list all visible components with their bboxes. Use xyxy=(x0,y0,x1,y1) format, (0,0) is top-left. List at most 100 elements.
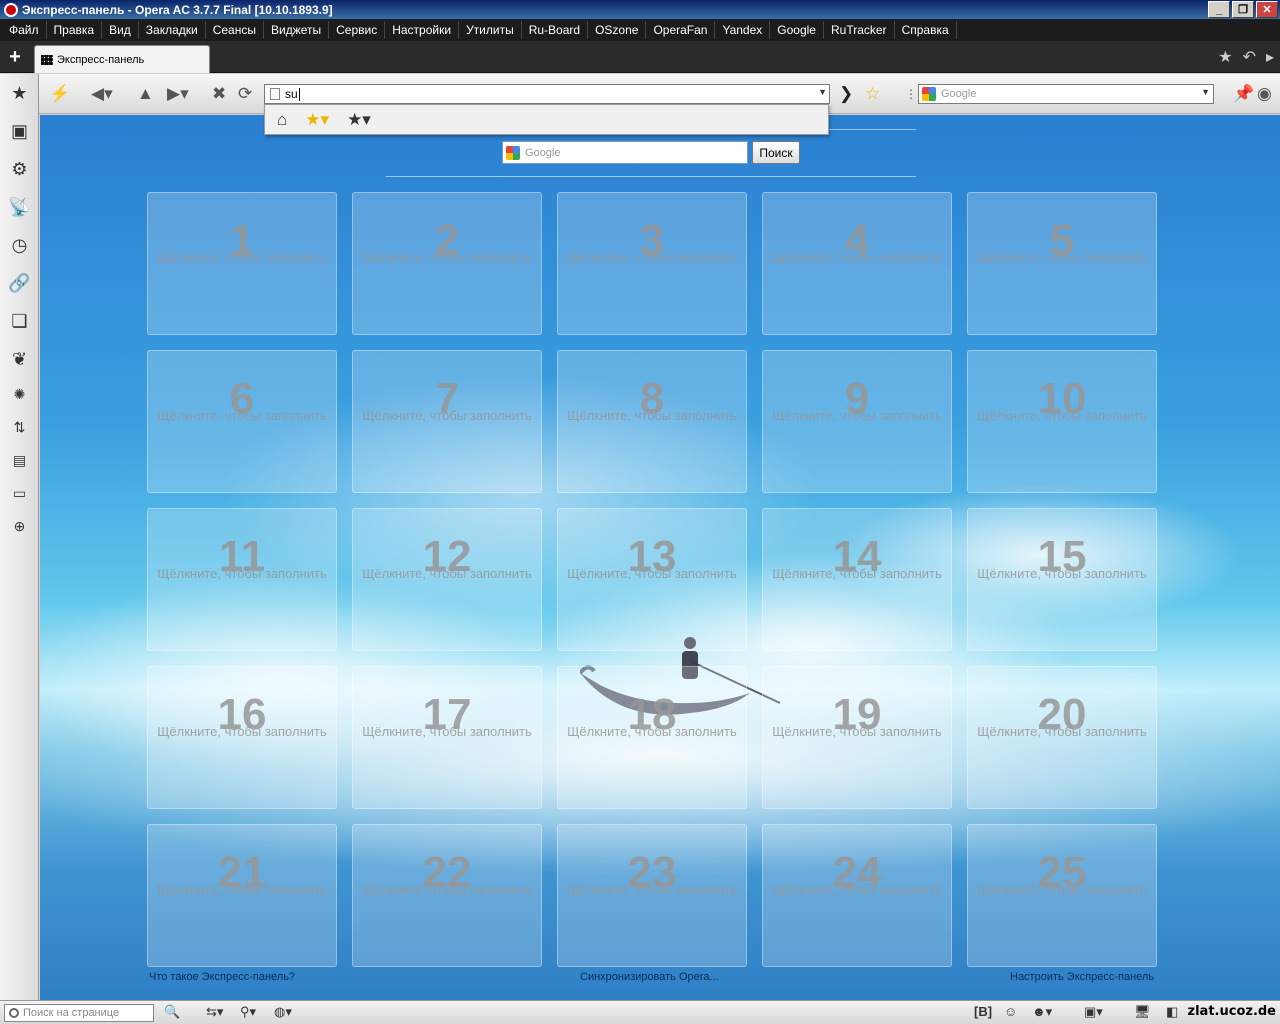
speed-dial-tile[interactable]: 16 Щёлкните, чтобы заполнить xyxy=(147,666,337,809)
speed-dial-tile[interactable]: 25 Щёлкните, чтобы заполнить xyxy=(967,824,1157,967)
menu-item[interactable]: Ru-Board xyxy=(522,21,589,39)
search-engine-field[interactable]: Google ▼ xyxy=(918,84,1214,104)
home-icon[interactable]: ⌂ xyxy=(277,110,287,130)
speed-dial-tile[interactable]: 12 Щёлкните, чтобы заполнить xyxy=(352,508,542,651)
unite-icon[interactable]: ❦ xyxy=(0,340,39,378)
link-icon[interactable]: 🔗 xyxy=(0,264,39,302)
speed-dial-tile[interactable]: 9 Щёлкните, чтобы заполнить xyxy=(762,350,952,493)
pin-icon[interactable]: 📌 xyxy=(1233,84,1254,104)
google-icon xyxy=(922,87,936,101)
speed-dial-tile[interactable]: 21 Щёлкните, чтобы заполнить xyxy=(147,824,337,967)
menu-item[interactable]: Настройки xyxy=(385,21,460,39)
windows-icon[interactable]: ▣ xyxy=(0,112,39,150)
page-search-input[interactable]: Google xyxy=(502,141,748,164)
menu-item[interactable]: OSzone xyxy=(588,21,647,39)
menu-item[interactable]: Вид xyxy=(102,21,139,39)
bookmark-tab-icon[interactable]: ★ xyxy=(1218,47,1232,67)
add-icon[interactable]: ⊕ xyxy=(0,510,39,543)
minimize-button[interactable]: _ xyxy=(1208,1,1230,18)
widgets-icon[interactable]: ✺ xyxy=(0,378,39,411)
speed-dial-tile[interactable]: 10 Щёлкните, чтобы заполнить xyxy=(967,350,1157,493)
speed-dial-tile[interactable]: 14 Щёлкните, чтобы заполнить xyxy=(762,508,952,651)
up-icon[interactable]: ▲ xyxy=(137,84,154,104)
close-button[interactable]: ✕ xyxy=(1256,1,1278,18)
traffic-icon[interactable]: ⇆▾ xyxy=(206,1004,223,1020)
mask-icon[interactable]: ☻▾ xyxy=(1032,1004,1052,1020)
menu-item[interactable]: Yandex xyxy=(715,21,771,39)
maximize-button[interactable]: ❐ xyxy=(1232,1,1254,18)
bookmark-add-icon[interactable]: ★▾ xyxy=(305,110,329,130)
forward-icon[interactable]: ▶▾ xyxy=(167,84,189,104)
view-icon[interactable]: ▣▾ xyxy=(1084,1004,1103,1020)
monitor-icon[interactable]: 🖥 xyxy=(1134,1004,1151,1020)
speed-dial-tile[interactable]: 17 Щёлкните, чтобы заполнить xyxy=(352,666,542,809)
magnifier-icon[interactable]: 🔍 xyxy=(164,1004,180,1020)
reload-icon[interactable]: ⟳ xyxy=(238,84,252,104)
search-button[interactable]: Поиск xyxy=(752,141,800,164)
find-in-page-input[interactable]: Поиск на странице xyxy=(4,1004,154,1022)
menu-item[interactable]: RuTracker xyxy=(824,21,895,39)
menu-item[interactable]: Правка xyxy=(47,21,103,39)
tab-speed-dial[interactable]: Экспресс-панель xyxy=(34,45,210,73)
speed-dial-tile[interactable]: 18 Щёлкните, чтобы заполнить xyxy=(557,666,747,809)
tile-hint: Щёлкните, чтобы заполнить xyxy=(977,250,1147,265)
bookmark-star-icon[interactable]: ☆ xyxy=(865,84,880,104)
speed-dial-tile[interactable]: 1 Щёлкните, чтобы заполнить xyxy=(147,192,337,335)
speed-dial-tile[interactable]: 19 Щёлкните, чтобы заполнить xyxy=(762,666,952,809)
menu-item[interactable]: OperaFan xyxy=(646,21,716,39)
google-icon xyxy=(506,145,520,160)
speed-dial-tile[interactable]: 11 Щёлкните, чтобы заполнить xyxy=(147,508,337,651)
network-icon[interactable]: ⚲▾ xyxy=(240,1004,256,1020)
speed-dial-tile[interactable]: 15 Щёлкните, чтобы заполнить xyxy=(967,508,1157,651)
bookmarks-icon[interactable]: ★▾ xyxy=(347,110,371,130)
sync-opera-link[interactable]: Синхронизировать Opera... xyxy=(580,971,719,983)
speed-dial-tile[interactable]: 5 Щёлкните, чтобы заполнить xyxy=(967,192,1157,335)
star-icon[interactable]: ★ xyxy=(0,74,39,112)
tile-hint: Щёлкните, чтобы заполнить xyxy=(772,250,942,265)
panel-icon[interactable]: ▭ xyxy=(0,477,39,510)
what-is-speed-dial-link[interactable]: Что такое Экспресс-панель? xyxy=(149,971,295,983)
gear-icon[interactable]: ⚙ xyxy=(0,150,39,188)
configure-speed-dial-link[interactable]: Настроить Экспресс-панель xyxy=(1010,971,1154,983)
tile-hint: Щёлкните, чтобы заполнить xyxy=(977,724,1147,739)
transfer-icon[interactable]: ⇅ xyxy=(0,411,39,444)
notes-icon[interactable]: ▤ xyxy=(0,444,39,477)
speed-dial-tile[interactable]: 24 Щёлкните, чтобы заполнить xyxy=(762,824,952,967)
menu-item[interactable]: Сеансы xyxy=(206,21,264,39)
speed-dial-tile[interactable]: 3 Щёлкните, чтобы заполнить xyxy=(557,192,747,335)
address-dropdown-icon[interactable]: ▼ xyxy=(818,87,827,97)
speed-dial-tile[interactable]: 7 Щёлкните, чтобы заполнить xyxy=(352,350,542,493)
speed-dial-tile[interactable]: 13 Щёлкните, чтобы заполнить xyxy=(557,508,747,651)
menu-item[interactable]: Закладки xyxy=(139,21,206,39)
menu-item[interactable]: Файл xyxy=(2,21,47,39)
globe-icon[interactable]: ◍▾ xyxy=(274,1004,292,1020)
smile-icon[interactable]: ☺ xyxy=(1004,1004,1017,1019)
menu-item[interactable]: Сервис xyxy=(329,21,386,39)
tab-list-icon[interactable]: ▸ xyxy=(1266,47,1274,67)
search-dropdown-icon[interactable]: ▼ xyxy=(1201,87,1210,97)
clock-icon[interactable]: ◷ xyxy=(0,226,39,264)
menu-item[interactable]: Google xyxy=(770,21,824,39)
new-tab-button[interactable]: + xyxy=(4,47,26,69)
pages-icon[interactable]: ❏ xyxy=(0,302,39,340)
go-icon[interactable]: ❯ xyxy=(839,84,853,104)
stop-icon[interactable]: ✖ xyxy=(212,84,226,104)
menu-item[interactable]: Виджеты xyxy=(264,21,330,39)
satellite-icon[interactable]: 📡 xyxy=(0,188,39,226)
speed-dial-tile[interactable]: 23 Щёлкните, чтобы заполнить xyxy=(557,824,747,967)
speed-dial-tile[interactable]: 6 Щёлкните, чтобы заполнить xyxy=(147,350,337,493)
speed-dial-tile[interactable]: 8 Щёлкните, чтобы заполнить xyxy=(557,350,747,493)
address-field[interactable]: su ▼ xyxy=(264,84,830,104)
b-indicator[interactable]: [B] xyxy=(974,1004,992,1019)
panel-toggle-icon[interactable]: ◧ xyxy=(1166,1004,1178,1020)
speed-dial-tile[interactable]: 4 Щёлкните, чтобы заполнить xyxy=(762,192,952,335)
speed-dial-tile[interactable]: 22 Щёлкните, чтобы заполнить xyxy=(352,824,542,967)
menu-item[interactable]: Утилиты xyxy=(459,21,522,39)
speed-dial-tile[interactable]: 20 Щёлкните, чтобы заполнить xyxy=(967,666,1157,809)
speed-dial-tile[interactable]: 2 Щёлкните, чтобы заполнить xyxy=(352,192,542,335)
eye-icon[interactable]: ◉ xyxy=(1257,84,1272,104)
menu-item[interactable]: Справка xyxy=(895,21,957,39)
back-icon[interactable]: ◀▾ xyxy=(91,84,113,104)
wand-icon[interactable]: ⚡ xyxy=(49,84,70,104)
undo-close-icon[interactable]: ↶ xyxy=(1243,47,1256,67)
